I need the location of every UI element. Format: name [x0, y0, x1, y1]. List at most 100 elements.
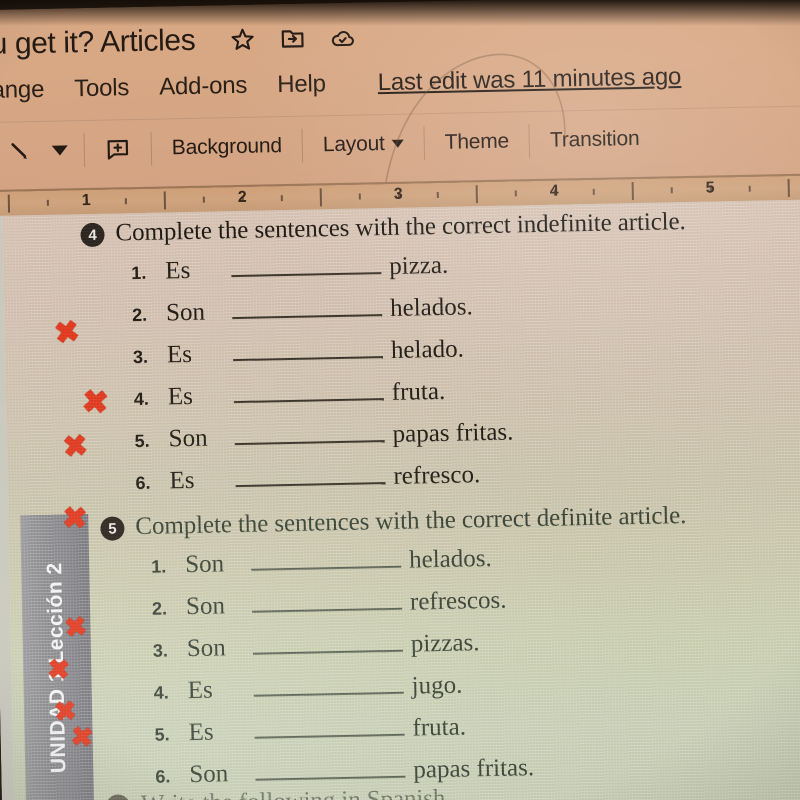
ruler-major-tick [7, 194, 11, 213]
star-icon[interactable] [229, 27, 256, 54]
question-number: 2. [131, 304, 148, 326]
toolbar-divider [423, 126, 426, 161]
question-verb: Son [186, 634, 227, 663]
photo-of-screen: u get it? Articles ange Tools Add-ons He… [0, 0, 800, 800]
question-number: 5. [154, 724, 170, 745]
question-word: papas fritas. [392, 418, 514, 448]
ruler-number: 4 [549, 182, 559, 200]
line-icon [11, 143, 28, 159]
theme-button[interactable]: Theme [426, 129, 527, 155]
ruler-minor-tick [358, 193, 361, 200]
question-word: pizzas. [410, 629, 480, 658]
line-tool-button[interactable] [7, 138, 40, 165]
question-word: papas fritas. [413, 754, 535, 784]
menu-bar: ange Tools Add-ons Help Last edit was 11… [0, 55, 800, 110]
answer-blank[interactable] [233, 378, 384, 404]
question-verb: Son [168, 424, 208, 453]
exercise-4-heading: 4 Complete the sentences with the correc… [80, 205, 800, 248]
question-verb: Son [185, 592, 226, 621]
answer-blank[interactable] [231, 294, 383, 320]
grading-x-mark: ✖ [69, 721, 95, 754]
layout-label: Layout [322, 132, 385, 157]
answer-blank[interactable] [251, 587, 403, 613]
exercise-5: 5 Complete the sentences with the correc… [8, 499, 800, 800]
question-number: 1. [131, 262, 147, 284]
exercise-title: Complete the sentences with the correct … [115, 208, 686, 247]
exercise-4: 4 Complete the sentences with the correc… [2, 205, 800, 536]
answer-blank[interactable] [253, 671, 404, 697]
add-comment-button[interactable] [87, 136, 150, 163]
question-number: 5. [134, 430, 150, 452]
question-verb: Es [166, 340, 193, 369]
question-word: helado. [390, 335, 465, 364]
ruler-major-tick [631, 182, 634, 201]
question-verb: Es [188, 718, 214, 747]
cloud-saved-icon[interactable] [329, 25, 356, 52]
slide-canvas[interactable]: UNIDAD 1 Lección 2 4 Complete the senten… [2, 199, 800, 800]
title-icon-group [229, 25, 355, 54]
comment-plus-icon [107, 139, 129, 160]
ruler-major-tick [475, 185, 478, 204]
question-number: 3. [132, 346, 149, 368]
toolbar-divider [528, 124, 531, 159]
answer-blank[interactable] [252, 629, 403, 655]
ruler-major-tick [319, 188, 323, 207]
ruler-minor-tick [436, 191, 439, 198]
answer-blank[interactable] [230, 252, 382, 278]
answer-blank[interactable] [234, 420, 385, 446]
ruler-number: 3 [393, 185, 403, 203]
document-title[interactable]: u get it? Articles [0, 24, 196, 62]
toolbar-divider [150, 131, 153, 166]
menu-item-addons[interactable]: Add-ons [159, 72, 248, 102]
question-verb: Son [189, 760, 229, 789]
ruler-minor-tick [592, 188, 595, 195]
question-word: helados. [408, 544, 493, 574]
question-word: pizza. [388, 251, 449, 280]
question-number: 2. [151, 598, 168, 619]
ruler-minor-tick [748, 185, 751, 192]
line-tool-dropdown[interactable] [39, 145, 82, 156]
exercise-number-badge: 5 [100, 516, 125, 541]
ruler-minor-tick [514, 190, 517, 197]
grading-x-mark: ✖ [61, 429, 90, 465]
answer-blank[interactable] [254, 713, 405, 739]
transition-button[interactable]: Transition [532, 127, 658, 154]
question-verb: Son [165, 298, 206, 327]
grading-x-mark: ✖ [80, 382, 111, 421]
question-number: 3. [152, 640, 169, 661]
ruler-minor-tick [280, 195, 283, 202]
question-number: 4. [133, 388, 150, 410]
answer-blank[interactable] [255, 755, 406, 781]
ruler-major-tick [787, 178, 790, 197]
question-verb: Es [169, 466, 195, 495]
exercise-4-questions: 1. Es pizza. 2. Son helados. 3. Es helad… [52, 243, 800, 536]
grading-x-mark: ✖ [46, 653, 71, 686]
question-word: fruta. [391, 377, 446, 406]
ruler-minor-tick [46, 199, 49, 206]
question-number: 4. [153, 682, 169, 703]
background-button[interactable]: Background [154, 134, 301, 161]
toolbar-divider [83, 133, 86, 168]
grading-x-mark: ✖ [51, 314, 83, 352]
question-verb: Son [184, 550, 225, 579]
answer-blank[interactable] [235, 462, 386, 488]
question-word: helados. [389, 293, 473, 322]
answer-blank[interactable] [250, 545, 402, 571]
grading-x-mark: ✖ [62, 611, 89, 644]
ruler-number: 2 [237, 188, 247, 206]
menu-item-tools[interactable]: Tools [74, 74, 130, 103]
tool-bar: Background Layout Theme Transition [0, 104, 800, 181]
question-word: jugo. [411, 671, 463, 700]
menu-item-arrange[interactable]: ange [0, 76, 44, 105]
layout-button[interactable]: Layout [305, 131, 422, 157]
menu-item-help[interactable]: Help [277, 70, 326, 99]
slide-stage: UNIDAD 1 Lección 2 4 Complete the senten… [0, 199, 800, 800]
move-to-folder-icon[interactable] [279, 26, 306, 53]
last-edit-link[interactable]: Last edit was 11 minutes ago [377, 63, 681, 97]
answer-blank[interactable] [232, 336, 384, 362]
chevron-down-icon [51, 145, 68, 156]
question-word: refrescos. [409, 586, 507, 616]
question-verb: Es [165, 256, 191, 285]
toolbar-divider [301, 128, 304, 163]
chevron-down-icon [391, 139, 404, 148]
